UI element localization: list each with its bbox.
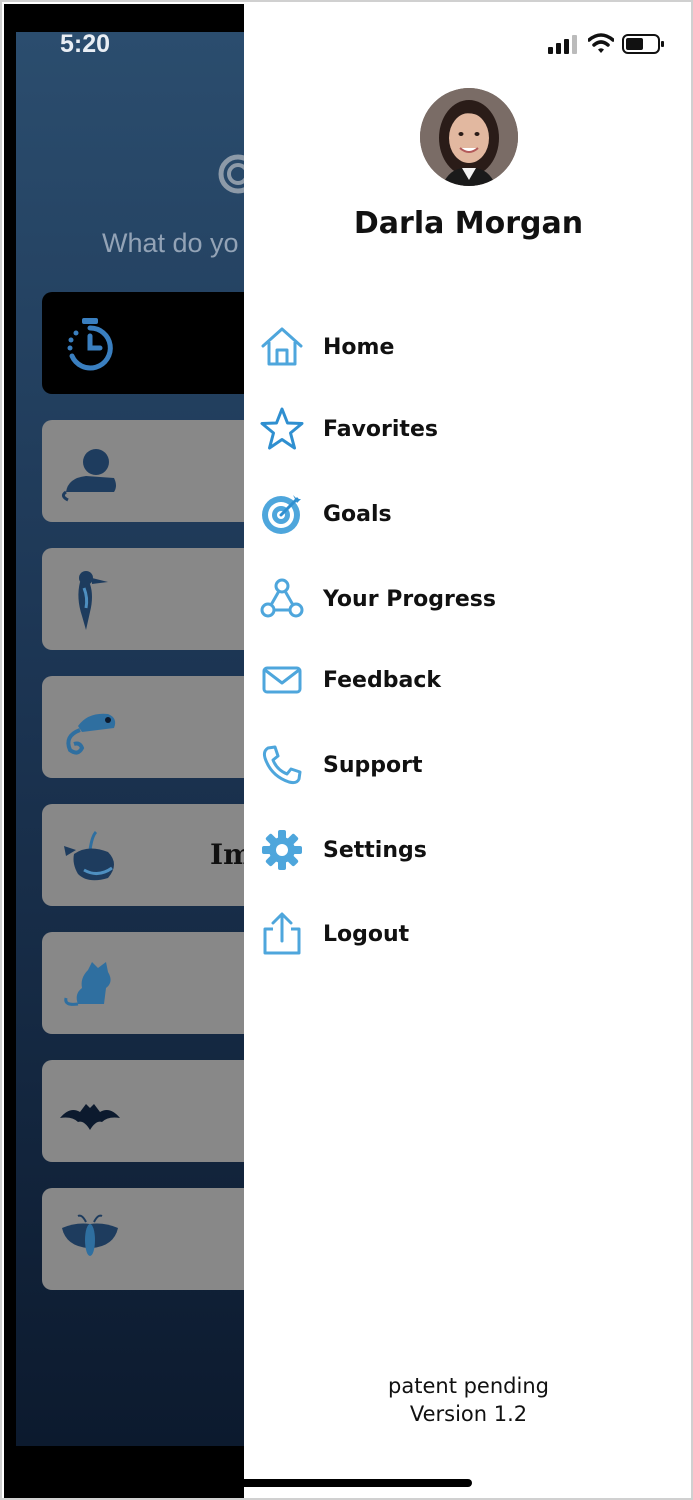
menu-label-your-progress: Your Progress xyxy=(323,586,496,612)
background-prompt: What do yo xyxy=(102,228,239,258)
chameleon-icon xyxy=(66,713,116,755)
woodpecker-icon xyxy=(78,571,108,630)
mail-icon xyxy=(258,656,306,704)
background-bottom-bar xyxy=(4,1446,244,1498)
gear-icon xyxy=(258,826,306,874)
phone-icon xyxy=(258,741,306,789)
cellular-signal-icon xyxy=(548,35,577,54)
timer-icon xyxy=(67,318,113,371)
star-icon xyxy=(258,405,306,453)
menu-item-logout[interactable]: Logout xyxy=(244,903,691,965)
menu-label-feedback: Feedback xyxy=(323,667,441,693)
activity-card-woodpecker[interactable] xyxy=(42,548,244,650)
menu-item-goals[interactable]: Goals xyxy=(244,483,691,545)
activity-card-title: Im xyxy=(210,838,244,871)
app-logo-icon xyxy=(218,154,244,194)
battery-icon xyxy=(622,34,664,54)
version-text: Version 1.2 xyxy=(409,1402,528,1426)
screen-frame: 5:20 What do yo I Darla Morgan Home Favo… xyxy=(0,0,693,1500)
menu-label-home: Home xyxy=(323,334,395,360)
activity-card-tiger[interactable] xyxy=(42,420,244,522)
menu-label-logout: Logout xyxy=(323,921,410,947)
status-time: 5:20 xyxy=(60,30,111,58)
menu-item-favorites[interactable]: Favorites xyxy=(244,398,691,460)
activity-card-timer[interactable] xyxy=(42,292,244,394)
navigation-drawer: Darla Morgan Home Favorites Goals Your P… xyxy=(244,4,691,1498)
tiger-icon xyxy=(61,449,116,502)
menu-item-your-progress[interactable]: Your Progress xyxy=(244,568,691,630)
menu-label-goals: Goals xyxy=(323,501,392,527)
jaguar-icon xyxy=(64,962,111,1006)
menu-item-support[interactable]: Support xyxy=(244,734,691,796)
menu-item-settings[interactable]: Settings xyxy=(244,819,691,881)
user-portrait-image xyxy=(420,88,518,186)
progress-nodes-icon xyxy=(258,575,306,623)
home-indicator[interactable] xyxy=(224,1479,472,1487)
menu-label-settings: Settings xyxy=(323,837,427,863)
status-bar xyxy=(244,4,691,84)
activity-card-jaguar[interactable] xyxy=(42,932,244,1034)
activity-card-whale[interactable]: Im xyxy=(42,804,244,906)
menu-label-favorites: Favorites xyxy=(323,416,438,442)
bat-icon xyxy=(60,1104,120,1130)
menu-item-home[interactable]: Home xyxy=(244,316,691,378)
share-upload-icon xyxy=(258,910,306,958)
target-icon xyxy=(258,490,306,538)
activity-card-moth[interactable] xyxy=(42,1188,244,1290)
activity-card-chameleon[interactable] xyxy=(42,676,244,778)
patent-text: patent pending xyxy=(388,1374,549,1398)
background-app: 5:20 What do yo I xyxy=(4,4,244,1498)
wifi-icon xyxy=(588,33,614,53)
whale-icon xyxy=(64,830,114,881)
menu-label-support: Support xyxy=(323,752,423,778)
drawer-footer: patent pending Version 1.2 xyxy=(244,1372,691,1428)
user-avatar[interactable] xyxy=(420,88,518,186)
activity-card-bat[interactable] xyxy=(42,1060,244,1162)
menu-item-feedback[interactable]: Feedback xyxy=(244,649,691,711)
moth-icon xyxy=(62,1214,118,1256)
home-icon xyxy=(258,323,306,371)
user-name: Darla Morgan xyxy=(353,206,584,241)
